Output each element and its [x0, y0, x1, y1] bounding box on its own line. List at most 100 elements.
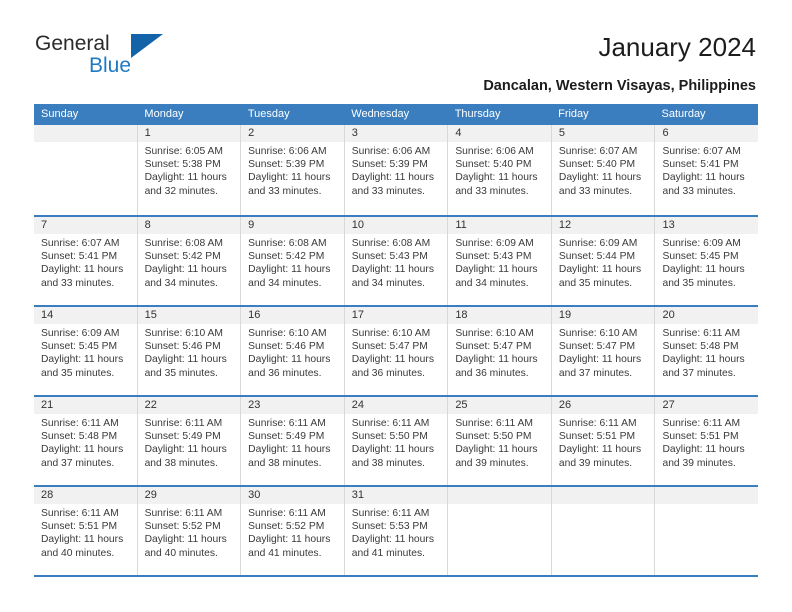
sunrise-time: Sunrise: 6:07 AM	[558, 146, 638, 157]
calendar-day-cell[interactable]: 6 Sunrise: 6:07 AM Sunset: 5:41 PM Daylight…	[655, 125, 759, 215]
sunrise-time: Sunrise: 6:11 AM	[41, 508, 119, 519]
calendar-day-cell[interactable]: 14 Sunrise: 6:09 AM Sunset: 5:45 PM Dayligh…	[34, 307, 138, 395]
daylight-duration-line1: Daylight: 11 hours	[662, 264, 745, 276]
calendar-day-cell[interactable]: 10 Sunrise: 6:08 AM Sunset: 5:43 PM Dayligh…	[344, 217, 449, 305]
daylight-duration-line1: Daylight: 11 hours	[455, 354, 538, 366]
calendar-day-cell[interactable]: 30 Sunrise: 6:11 AM Sunset: 5:52 PM Dayligh…	[241, 487, 345, 575]
day-number: 29	[137, 487, 241, 504]
weekday-header-wednesday: Wednesday	[351, 108, 410, 120]
calendar-day-cell[interactable]: 29 Sunrise: 6:11 AM Sunset: 5:52 PM Dayligh…	[137, 487, 242, 575]
weekday-header-monday: Monday	[144, 108, 184, 120]
day-number: 21	[34, 397, 137, 414]
daylight-duration-line1: Daylight: 11 hours	[41, 534, 124, 546]
day-number: 10	[344, 217, 448, 234]
calendar-day-cell[interactable]: 23 Sunrise: 6:11 AM Sunset: 5:49 PM Dayligh…	[241, 397, 345, 485]
calendar-day-cell-empty	[551, 487, 656, 575]
sunset-time: Sunset: 5:41 PM	[662, 159, 739, 171]
daylight-duration-line2: and 37 minutes.	[41, 457, 115, 469]
calendar-day-cell[interactable]: 18 Sunrise: 6:10 AM Sunset: 5:47 PM Dayligh…	[448, 307, 552, 395]
sunset-time: Sunset: 5:47 PM	[351, 341, 428, 353]
calendar-day-cell[interactable]: 21 Sunrise: 6:11 AM Sunset: 5:48 PM Dayligh…	[34, 397, 138, 485]
calendar-day-cell[interactable]: 13 Sunrise: 6:09 AM Sunset: 5:45 PM Dayligh…	[655, 217, 759, 305]
sunrise-time: Sunrise: 6:11 AM	[248, 508, 326, 519]
day-sun-info: Sunrise: 6:11 AM Sunset: 5:53 PM Daylight:…	[345, 504, 448, 560]
sunset-time: Sunset: 5:46 PM	[144, 341, 221, 353]
sunrise-time: Sunrise: 6:08 AM	[248, 238, 327, 249]
sunset-time: Sunset: 5:50 PM	[455, 431, 532, 443]
sunset-time: Sunset: 5:43 PM	[455, 251, 532, 263]
calendar-page: General Blue January 2024 Dancalan, West…	[0, 0, 792, 612]
day-sun-info: Sunrise: 6:09 AM Sunset: 5:44 PM Daylight:…	[552, 234, 655, 290]
daylight-duration-line2: and 40 minutes.	[144, 547, 218, 559]
calendar-day-cell[interactable]: 28 Sunrise: 6:11 AM Sunset: 5:51 PM Dayligh…	[34, 487, 138, 575]
calendar-day-cell[interactable]: 20 Sunrise: 6:11 AM Sunset: 5:48 PM Dayligh…	[655, 307, 759, 395]
day-sun-info: Sunrise: 6:08 AM Sunset: 5:42 PM Daylight:…	[138, 234, 241, 290]
day-sun-info: Sunrise: 6:11 AM Sunset: 5:51 PM Daylight:…	[34, 504, 137, 560]
daylight-duration-line1: Daylight: 11 hours	[248, 534, 331, 546]
sunset-time: Sunset: 5:53 PM	[351, 521, 428, 533]
calendar-day-cell[interactable]: 22 Sunrise: 6:11 AM Sunset: 5:49 PM Dayligh…	[137, 397, 242, 485]
calendar-day-cell[interactable]: 16 Sunrise: 6:10 AM Sunset: 5:46 PM Dayligh…	[241, 307, 345, 395]
calendar-day-cell[interactable]: 25 Sunrise: 6:11 AM Sunset: 5:50 PM Dayligh…	[448, 397, 552, 485]
calendar-day-cell[interactable]: 4 Sunrise: 6:06 AM Sunset: 5:40 PM Daylight…	[448, 125, 552, 215]
calendar-day-cell[interactable]: 1 Sunrise: 6:05 AM Sunset: 5:38 PM Daylight…	[137, 125, 242, 215]
daylight-duration-line1: Daylight: 11 hours	[455, 444, 538, 456]
daylight-duration-line2: and 34 minutes.	[144, 277, 218, 289]
daylight-duration-line2: and 38 minutes.	[144, 457, 218, 469]
calendar-day-cell[interactable]: 15 Sunrise: 6:10 AM Sunset: 5:46 PM Dayligh…	[137, 307, 242, 395]
daylight-duration-line1: Daylight: 11 hours	[662, 444, 745, 456]
day-number: 20	[655, 307, 759, 324]
calendar-day-cell[interactable]: 17 Sunrise: 6:10 AM Sunset: 5:47 PM Dayligh…	[344, 307, 449, 395]
calendar-day-cell[interactable]: 2 Sunrise: 6:06 AM Sunset: 5:39 PM Daylight…	[241, 125, 345, 215]
sunset-time: Sunset: 5:48 PM	[41, 431, 118, 443]
daylight-duration-line1: Daylight: 11 hours	[144, 172, 227, 184]
day-number: 1	[137, 125, 241, 142]
calendar-day-cell[interactable]: 24 Sunrise: 6:11 AM Sunset: 5:50 PM Dayligh…	[344, 397, 449, 485]
sunrise-time: Sunrise: 6:11 AM	[351, 418, 430, 429]
calendar-day-cell[interactable]: 26 Sunrise: 6:11 AM Sunset: 5:51 PM Dayligh…	[551, 397, 656, 485]
sunset-time: Sunset: 5:42 PM	[248, 251, 325, 263]
day-number: 9	[241, 217, 344, 234]
calendar-day-cell[interactable]: 5 Sunrise: 6:07 AM Sunset: 5:40 PM Daylight…	[551, 125, 656, 215]
calendar-day-cell[interactable]: 8 Sunrise: 6:08 AM Sunset: 5:42 PM Daylight…	[137, 217, 242, 305]
day-sun-info: Sunrise: 6:06 AM Sunset: 5:40 PM Daylight:…	[448, 142, 551, 198]
calendar-day-cell[interactable]: 31 Sunrise: 6:11 AM Sunset: 5:53 PM Dayligh…	[344, 487, 449, 575]
daylight-duration-line1: Daylight: 11 hours	[248, 354, 331, 366]
daylight-duration-line1: Daylight: 11 hours	[144, 534, 227, 546]
day-number: 25	[448, 397, 551, 414]
calendar-day-cell[interactable]: 11 Sunrise: 6:09 AM Sunset: 5:43 PM Dayligh…	[448, 217, 552, 305]
day-number: 3	[344, 125, 448, 142]
sunset-time: Sunset: 5:39 PM	[248, 159, 325, 171]
calendar-day-cell[interactable]: 19 Sunrise: 6:10 AM Sunset: 5:47 PM Dayligh…	[551, 307, 656, 395]
day-sun-info: Sunrise: 6:11 AM Sunset: 5:52 PM Daylight:…	[241, 504, 344, 560]
sunrise-time: Sunrise: 6:11 AM	[144, 418, 223, 429]
calendar-day-cell[interactable]: 27 Sunrise: 6:11 AM Sunset: 5:51 PM Dayligh…	[655, 397, 759, 485]
day-sun-info: Sunrise: 6:11 AM Sunset: 5:52 PM Daylight:…	[138, 504, 241, 560]
sunrise-time: Sunrise: 6:07 AM	[662, 146, 741, 157]
calendar-week-row: 7 Sunrise: 6:07 AM Sunset: 5:41 PM Daylight…	[34, 215, 759, 305]
day-number: 31	[344, 487, 448, 504]
daylight-duration-line2: and 41 minutes.	[351, 547, 426, 559]
day-sun-info: Sunrise: 6:06 AM Sunset: 5:39 PM Daylight:…	[345, 142, 448, 198]
brand-logo[interactable]: General Blue	[35, 32, 265, 82]
day-number: 13	[655, 217, 759, 234]
sunset-time: Sunset: 5:39 PM	[351, 159, 428, 171]
day-number	[655, 487, 759, 504]
calendar-day-cell-empty	[448, 487, 552, 575]
day-sun-info: Sunrise: 6:11 AM Sunset: 5:49 PM Daylight:…	[241, 414, 344, 470]
calendar-day-cell[interactable]: 9 Sunrise: 6:08 AM Sunset: 5:42 PM Daylight…	[241, 217, 345, 305]
day-sun-info: Sunrise: 6:08 AM Sunset: 5:42 PM Daylight:…	[241, 234, 344, 290]
daylight-duration-line2: and 33 minutes.	[558, 185, 633, 197]
sunrise-time: Sunrise: 6:11 AM	[662, 418, 741, 429]
day-number: 12	[551, 217, 655, 234]
calendar-day-cell[interactable]: 7 Sunrise: 6:07 AM Sunset: 5:41 PM Daylight…	[34, 217, 138, 305]
calendar-day-cell[interactable]: 12 Sunrise: 6:09 AM Sunset: 5:44 PM Dayligh…	[551, 217, 656, 305]
daylight-duration-line2: and 38 minutes.	[248, 457, 322, 469]
day-number: 19	[551, 307, 655, 324]
sunrise-time: Sunrise: 6:11 AM	[662, 328, 741, 339]
day-sun-info: Sunrise: 6:10 AM Sunset: 5:47 PM Daylight:…	[448, 324, 551, 380]
sunrise-time: Sunrise: 6:05 AM	[144, 146, 223, 157]
calendar-day-cell[interactable]: 3 Sunrise: 6:06 AM Sunset: 5:39 PM Daylight…	[344, 125, 449, 215]
sunset-time: Sunset: 5:45 PM	[41, 341, 118, 353]
day-sun-info: Sunrise: 6:05 AM Sunset: 5:38 PM Daylight:…	[138, 142, 241, 198]
